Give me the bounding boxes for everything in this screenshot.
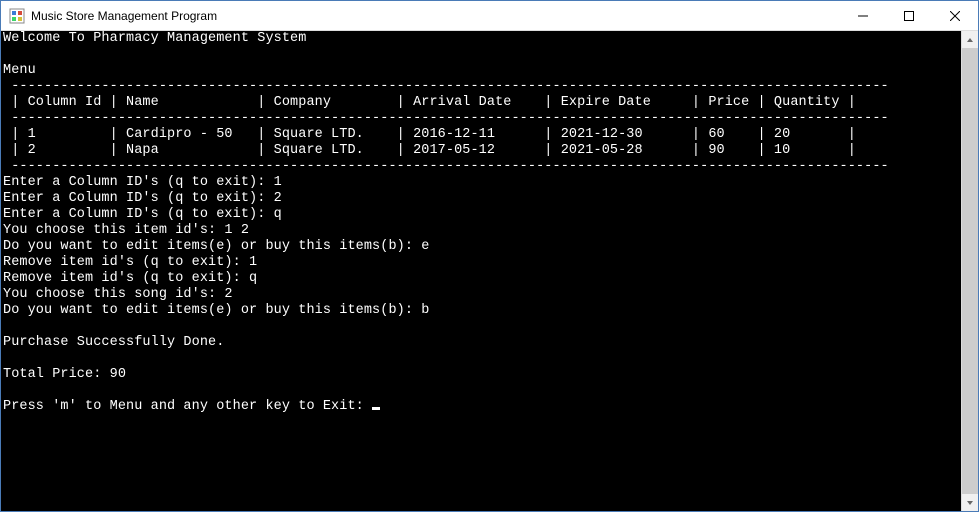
console-output[interactable]: Welcome To Pharmacy Management System Me… xyxy=(1,31,961,511)
minimize-button[interactable] xyxy=(840,1,886,31)
app-icon xyxy=(9,8,25,24)
window-title: Music Store Management Program xyxy=(31,9,217,23)
text-cursor xyxy=(372,407,380,410)
client-area: Welcome To Pharmacy Management System Me… xyxy=(1,31,978,511)
close-button[interactable] xyxy=(932,1,978,31)
scroll-thumb[interactable] xyxy=(962,48,978,494)
scroll-down-button[interactable] xyxy=(962,494,978,511)
vertical-scrollbar[interactable] xyxy=(961,31,978,511)
scroll-up-button[interactable] xyxy=(962,31,978,48)
maximize-button[interactable] xyxy=(886,1,932,31)
titlebar[interactable]: Music Store Management Program xyxy=(1,1,978,31)
scroll-track[interactable] xyxy=(962,48,978,494)
app-window: Music Store Management Program Welcome T… xyxy=(0,0,979,512)
